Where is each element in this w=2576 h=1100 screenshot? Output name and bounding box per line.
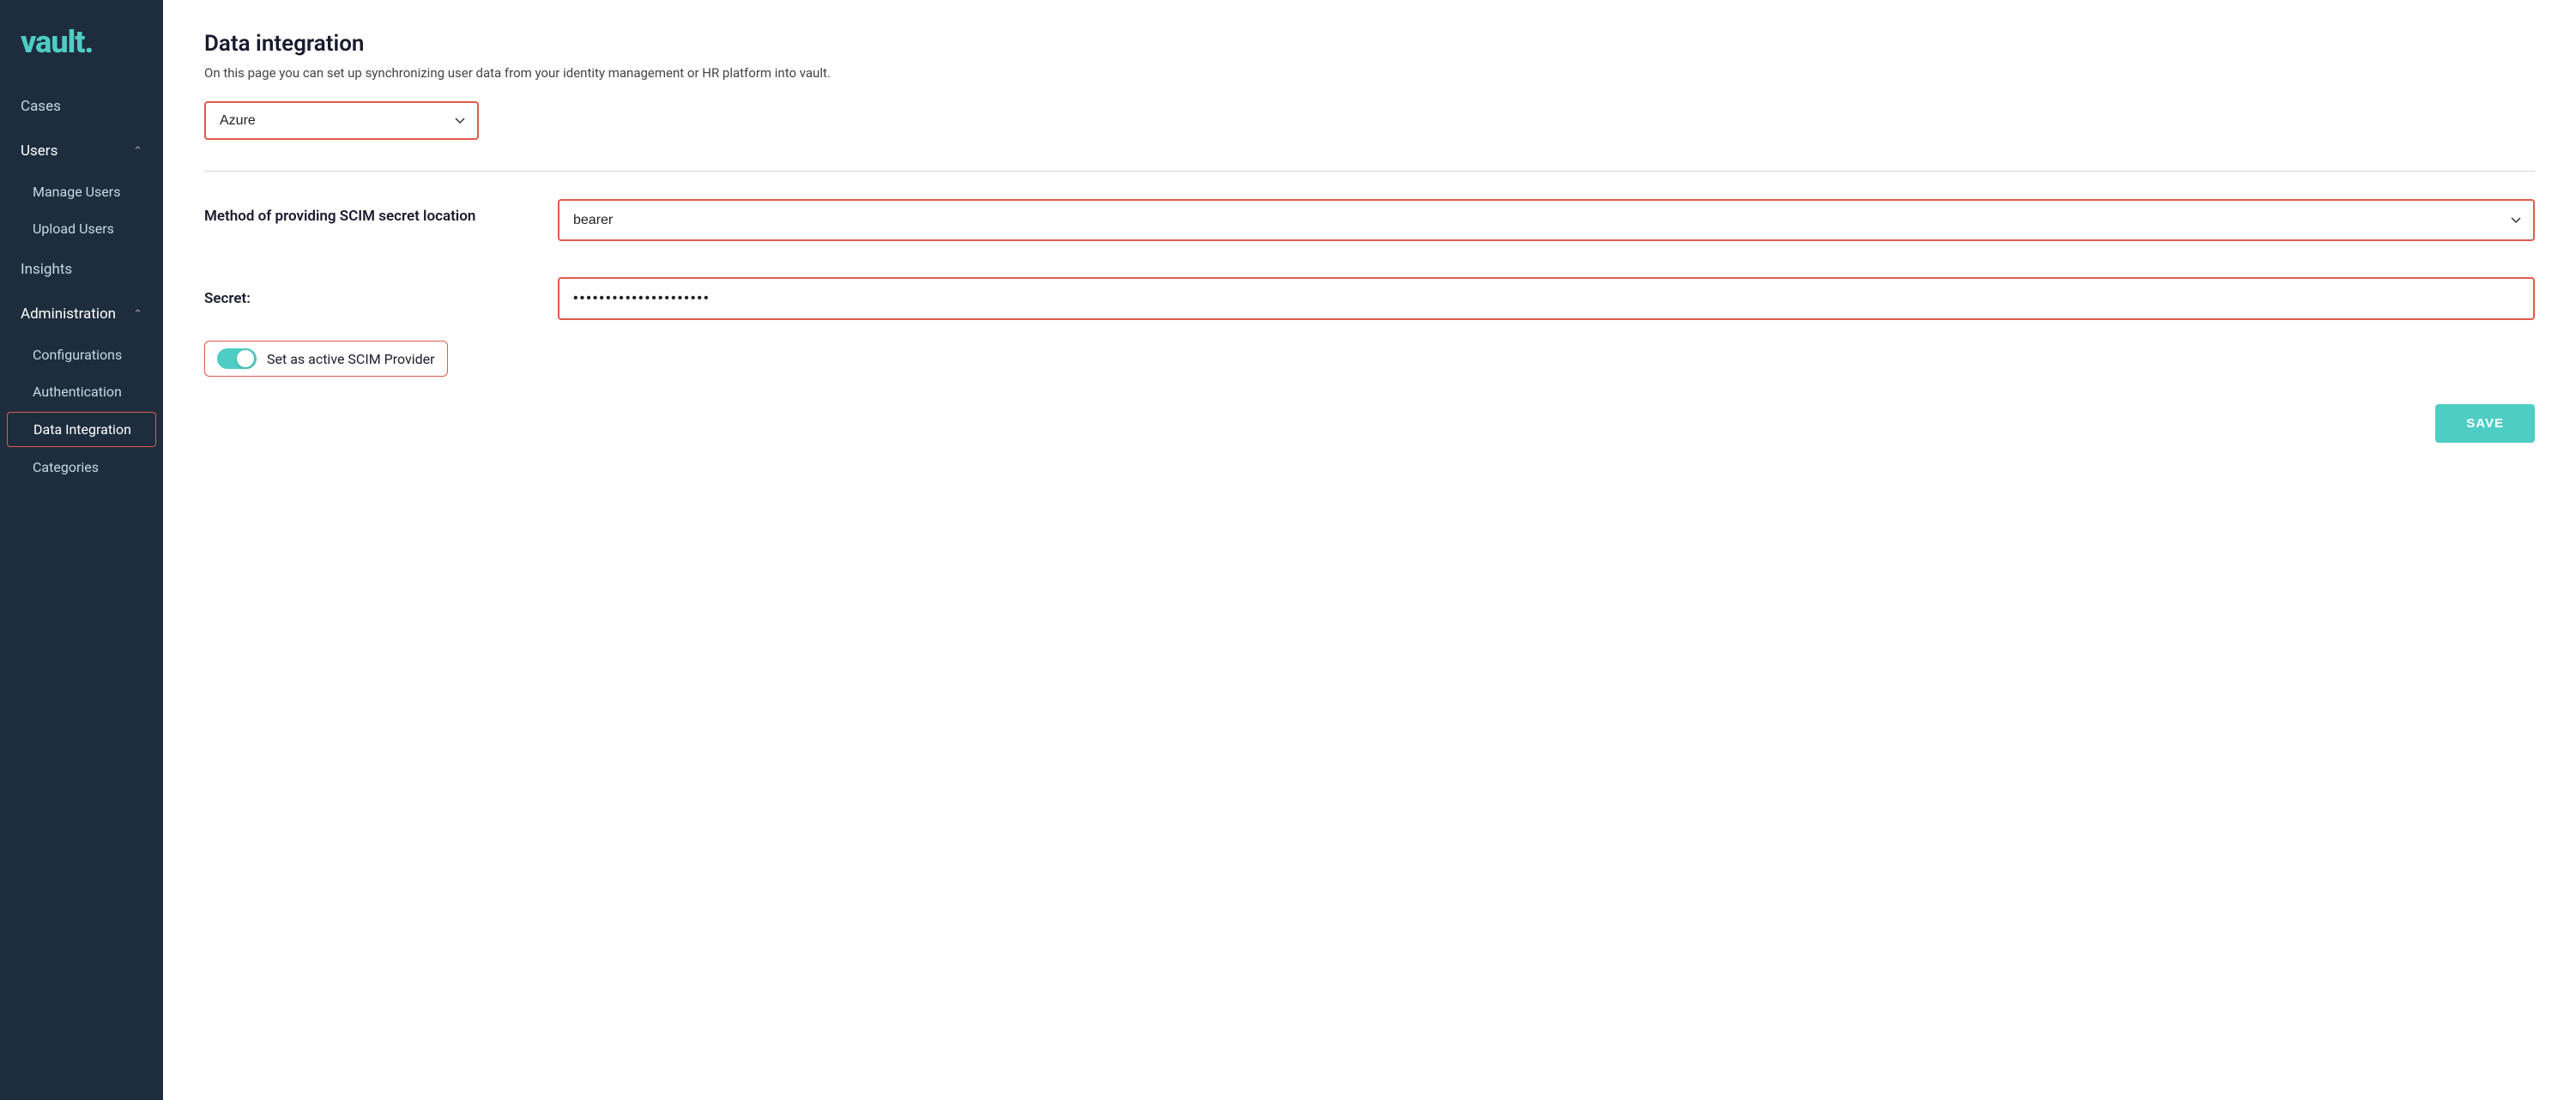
sidebar-item-users[interactable]: Users ⌃ <box>0 129 163 173</box>
secret-label-col: Secret: <box>204 290 530 307</box>
scim-method-label: Method of providing SCIM secret location <box>204 199 530 225</box>
main-content: Data integration On this page you can se… <box>163 0 2576 1100</box>
page-description: On this page you can set up synchronizin… <box>204 65 2535 81</box>
toggle-row: Set as active SCIM Provider <box>204 341 2535 377</box>
sidebar-item-upload-users[interactable]: Upload Users <box>0 210 163 247</box>
sidebar-item-manage-users[interactable]: Manage Users <box>0 173 163 210</box>
scim-provider-toggle[interactable] <box>217 348 257 369</box>
sidebar-item-administration[interactable]: Administration ⌃ <box>0 292 163 336</box>
scim-provider-toggle-wrapper[interactable]: Set as active SCIM Provider <box>204 341 448 377</box>
secret-input-col <box>558 277 2535 320</box>
sidebar: vault. Cases Users ⌃ Manage Users Upload… <box>0 0 163 1100</box>
sidebar-item-administration-label: Administration <box>21 305 116 323</box>
provider-select[interactable]: Azure Okta Google Other <box>206 103 477 138</box>
secret-input[interactable] <box>559 279 2533 318</box>
chevron-up-icon-admin: ⌃ <box>133 308 142 321</box>
sidebar-item-categories[interactable]: Categories <box>0 449 163 486</box>
scim-method-select[interactable]: bearer header query <box>559 201 2533 239</box>
chevron-up-icon: ⌃ <box>133 145 142 158</box>
page-title: Data integration <box>204 31 2535 57</box>
sidebar-item-insights[interactable]: Insights <box>0 247 163 292</box>
secret-input-wrapper <box>558 277 2535 320</box>
sidebar-item-authentication[interactable]: Authentication <box>0 373 163 410</box>
app-logo: vault. <box>0 0 163 84</box>
provider-select-wrapper: Azure Okta Google Other <box>204 101 479 140</box>
save-row: SAVE <box>204 404 2535 443</box>
sidebar-item-data-integration[interactable]: Data Integration <box>7 412 156 447</box>
sidebar-item-users-label: Users <box>21 142 57 160</box>
secret-section: Secret: <box>204 277 2535 320</box>
secret-label: Secret: <box>204 290 530 307</box>
scim-select-wrapper: bearer header query <box>558 199 2535 241</box>
scim-method-section: Method of providing SCIM secret location… <box>204 199 2535 257</box>
scim-input-col: bearer header query <box>558 199 2535 257</box>
toggle-label: Set as active SCIM Provider <box>267 351 435 367</box>
scim-label-col: Method of providing SCIM secret location <box>204 199 530 225</box>
section-divider <box>204 171 2535 172</box>
toggle-knob <box>237 350 254 367</box>
save-button[interactable]: SAVE <box>2435 404 2535 443</box>
sidebar-item-cases[interactable]: Cases <box>0 84 163 129</box>
sidebar-item-configurations[interactable]: Configurations <box>0 336 163 373</box>
